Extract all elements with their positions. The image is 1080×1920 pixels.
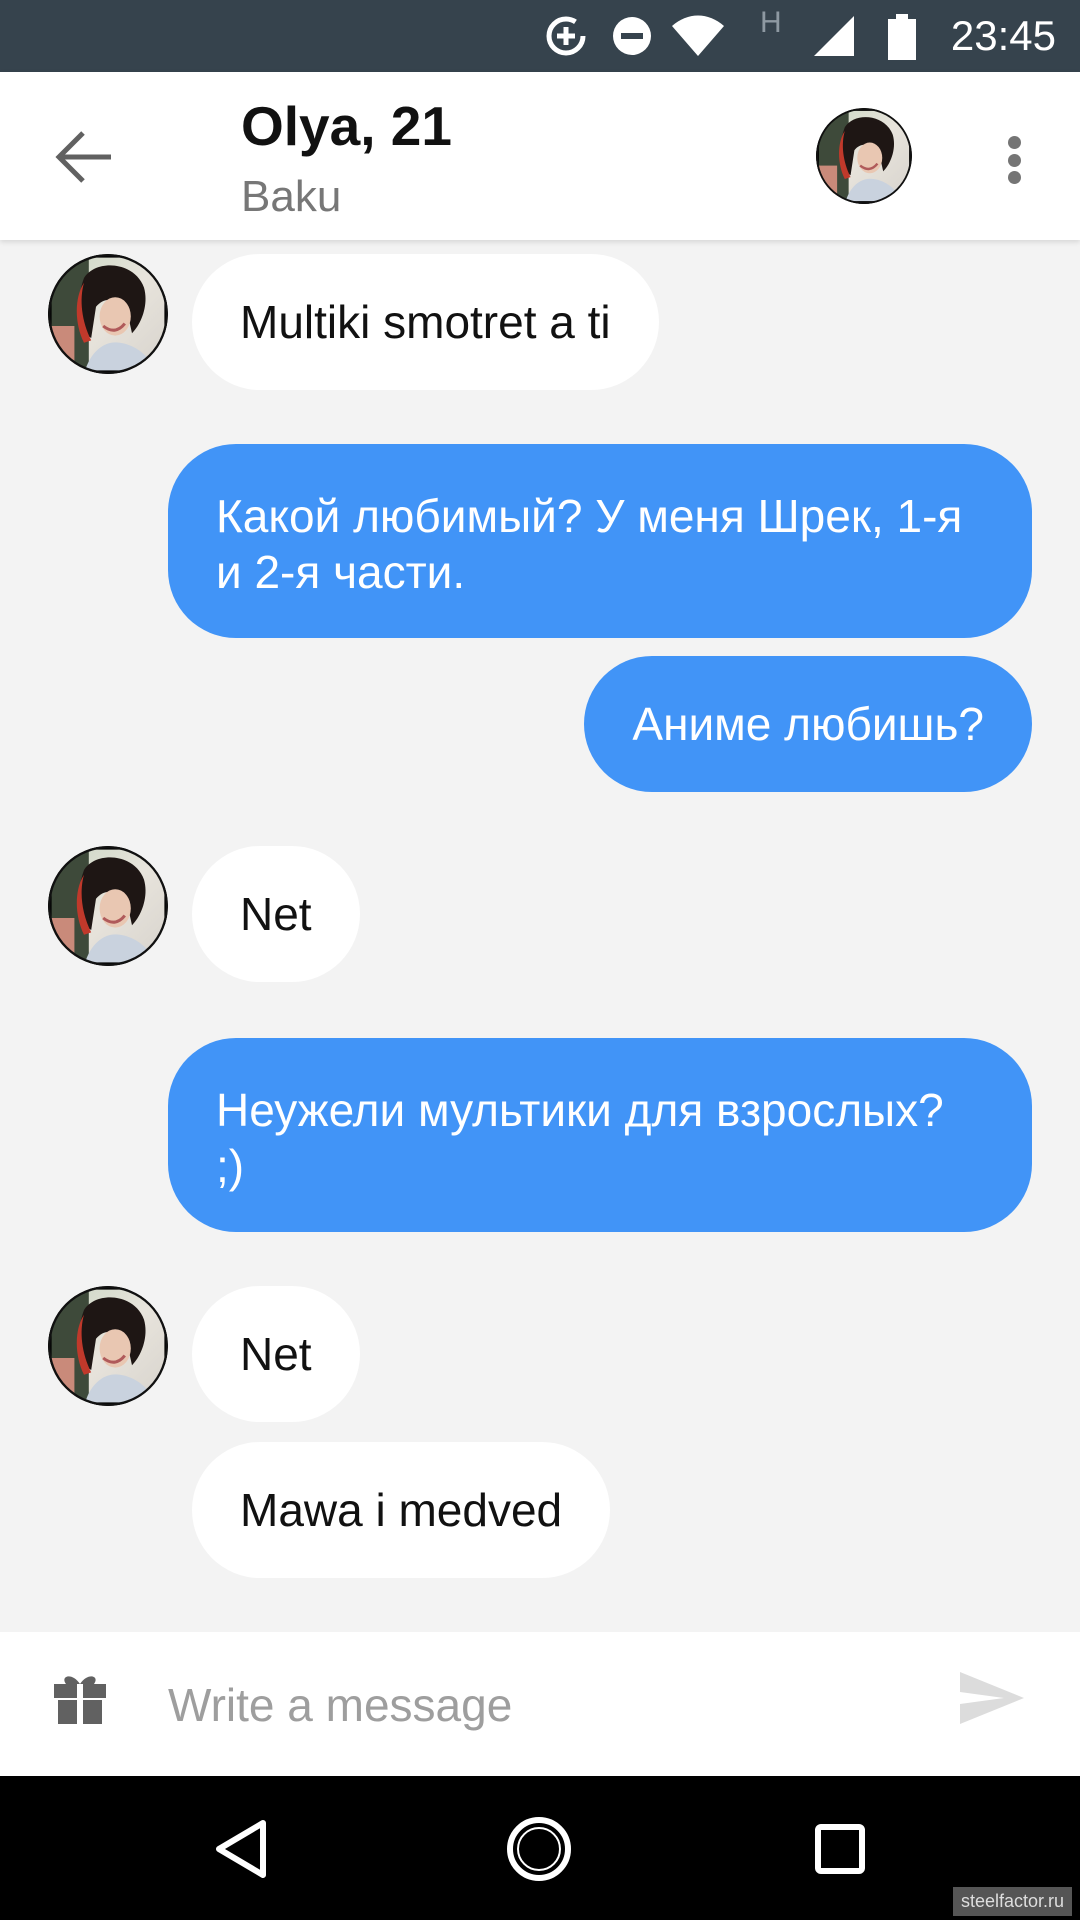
more-options-button[interactable] (990, 128, 1038, 192)
arrow-back-icon (53, 129, 113, 190)
incoming-message[interactable]: Multiki smotret a ti (192, 254, 659, 390)
incoming-message[interactable]: Net (192, 846, 360, 982)
send-button[interactable] (958, 1670, 1030, 1738)
outgoing-message[interactable]: Неужели мультики для взрослых? ;) (168, 1038, 1032, 1232)
gift-icon (52, 1676, 108, 1728)
incoming-message[interactable]: Net (192, 1286, 360, 1422)
watermark: steelfactor.ru (952, 1887, 1072, 1916)
do-not-disturb-icon (610, 14, 654, 63)
nav-back-icon (213, 1819, 269, 1884)
system-nav-bar: steelfactor.ru (0, 1776, 1080, 1920)
incoming-message[interactable]: Mawa i medved (192, 1442, 611, 1578)
message-composer (0, 1632, 1080, 1776)
data-saver-icon (544, 14, 588, 63)
nav-home-icon (504, 1814, 574, 1889)
nav-recents-button[interactable] (795, 1806, 885, 1896)
chat-header: Olya, 21 Baku (0, 72, 1080, 240)
more-vert-icon (1007, 136, 1021, 149)
cell-signal-icon (812, 14, 856, 63)
contact-name[interactable]: Olya, 21 (241, 94, 452, 158)
nav-home-button[interactable] (494, 1806, 584, 1896)
sender-avatar[interactable] (48, 254, 168, 374)
wifi-icon (670, 14, 726, 63)
back-button[interactable] (40, 116, 126, 202)
status-time: 23:45 (950, 12, 1056, 59)
network-type-label: H (760, 6, 782, 39)
contact-avatar[interactable] (816, 108, 912, 204)
message-input[interactable] (168, 1668, 908, 1742)
gift-button[interactable] (52, 1672, 116, 1736)
sender-avatar[interactable] (48, 846, 168, 966)
send-icon (958, 1672, 1026, 1730)
outgoing-message[interactable]: Какой любимый? У меня Шрек, 1-я и 2-я ча… (168, 444, 1032, 638)
sender-avatar[interactable] (48, 1286, 168, 1406)
outgoing-message[interactable]: Аниме любишь? (584, 656, 1032, 792)
nav-back-button[interactable] (196, 1806, 286, 1896)
battery-icon (888, 14, 916, 65)
contact-city: Baku (241, 172, 342, 221)
nav-recents-icon (814, 1823, 866, 1880)
status-bar: H 23:45 (0, 0, 1080, 72)
